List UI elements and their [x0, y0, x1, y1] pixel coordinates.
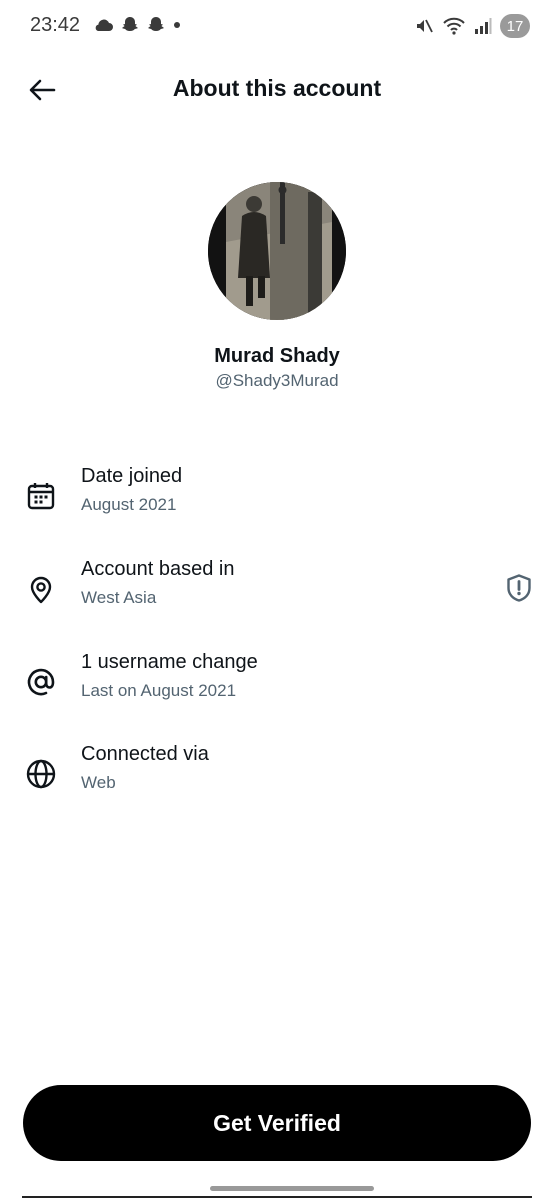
row-value: West Asia — [81, 588, 157, 607]
mute-icon — [417, 19, 433, 33]
wifi-icon — [443, 17, 465, 35]
row-value: August 2021 — [81, 495, 177, 514]
battery-indicator: 17 — [500, 14, 530, 38]
row-title: Account based in — [81, 558, 235, 580]
signal-icon — [475, 18, 492, 34]
calendar-icon — [24, 479, 58, 513]
row-value: Last on August 2021 — [81, 681, 237, 700]
row-value: Web — [81, 773, 116, 792]
dot-icon — [174, 22, 180, 28]
status-system-icons: 17 — [414, 13, 530, 39]
cloud-icon — [95, 19, 113, 31]
get-verified-button[interactable]: Get Verified — [23, 1085, 531, 1161]
shield-alert-icon[interactable] — [502, 571, 536, 605]
snapchat-ghost-icon — [148, 17, 164, 31]
info-row-username-change: 1 username change Last on August 2021 — [0, 651, 554, 715]
globe-icon — [24, 757, 58, 791]
status-time: 23:42 — [30, 14, 81, 36]
avatar — [208, 182, 346, 320]
at-sign-icon — [24, 665, 58, 699]
info-row-connected-via: Connected via Web — [0, 743, 554, 807]
status-notification-icons — [92, 14, 182, 36]
location-pin-icon — [24, 572, 58, 606]
row-title: 1 username change — [81, 651, 258, 673]
page-title: About this account — [172, 75, 382, 101]
status-bar: 23:42 17 — [0, 0, 554, 52]
username-handle: @Shady3Murad — [215, 371, 339, 390]
avatar-photo — [208, 182, 346, 320]
snapchat-ghost-icon — [122, 17, 138, 31]
info-row-account-based-in: Account based in West Asia — [0, 558, 554, 622]
row-title: Date joined — [81, 465, 183, 487]
info-row-date-joined: Date joined August 2021 — [0, 465, 554, 529]
row-title: Connected via — [81, 743, 209, 765]
bottom-divider — [22, 1196, 532, 1198]
home-indicator[interactable] — [210, 1186, 374, 1191]
display-name: Murad Shady — [214, 345, 340, 367]
